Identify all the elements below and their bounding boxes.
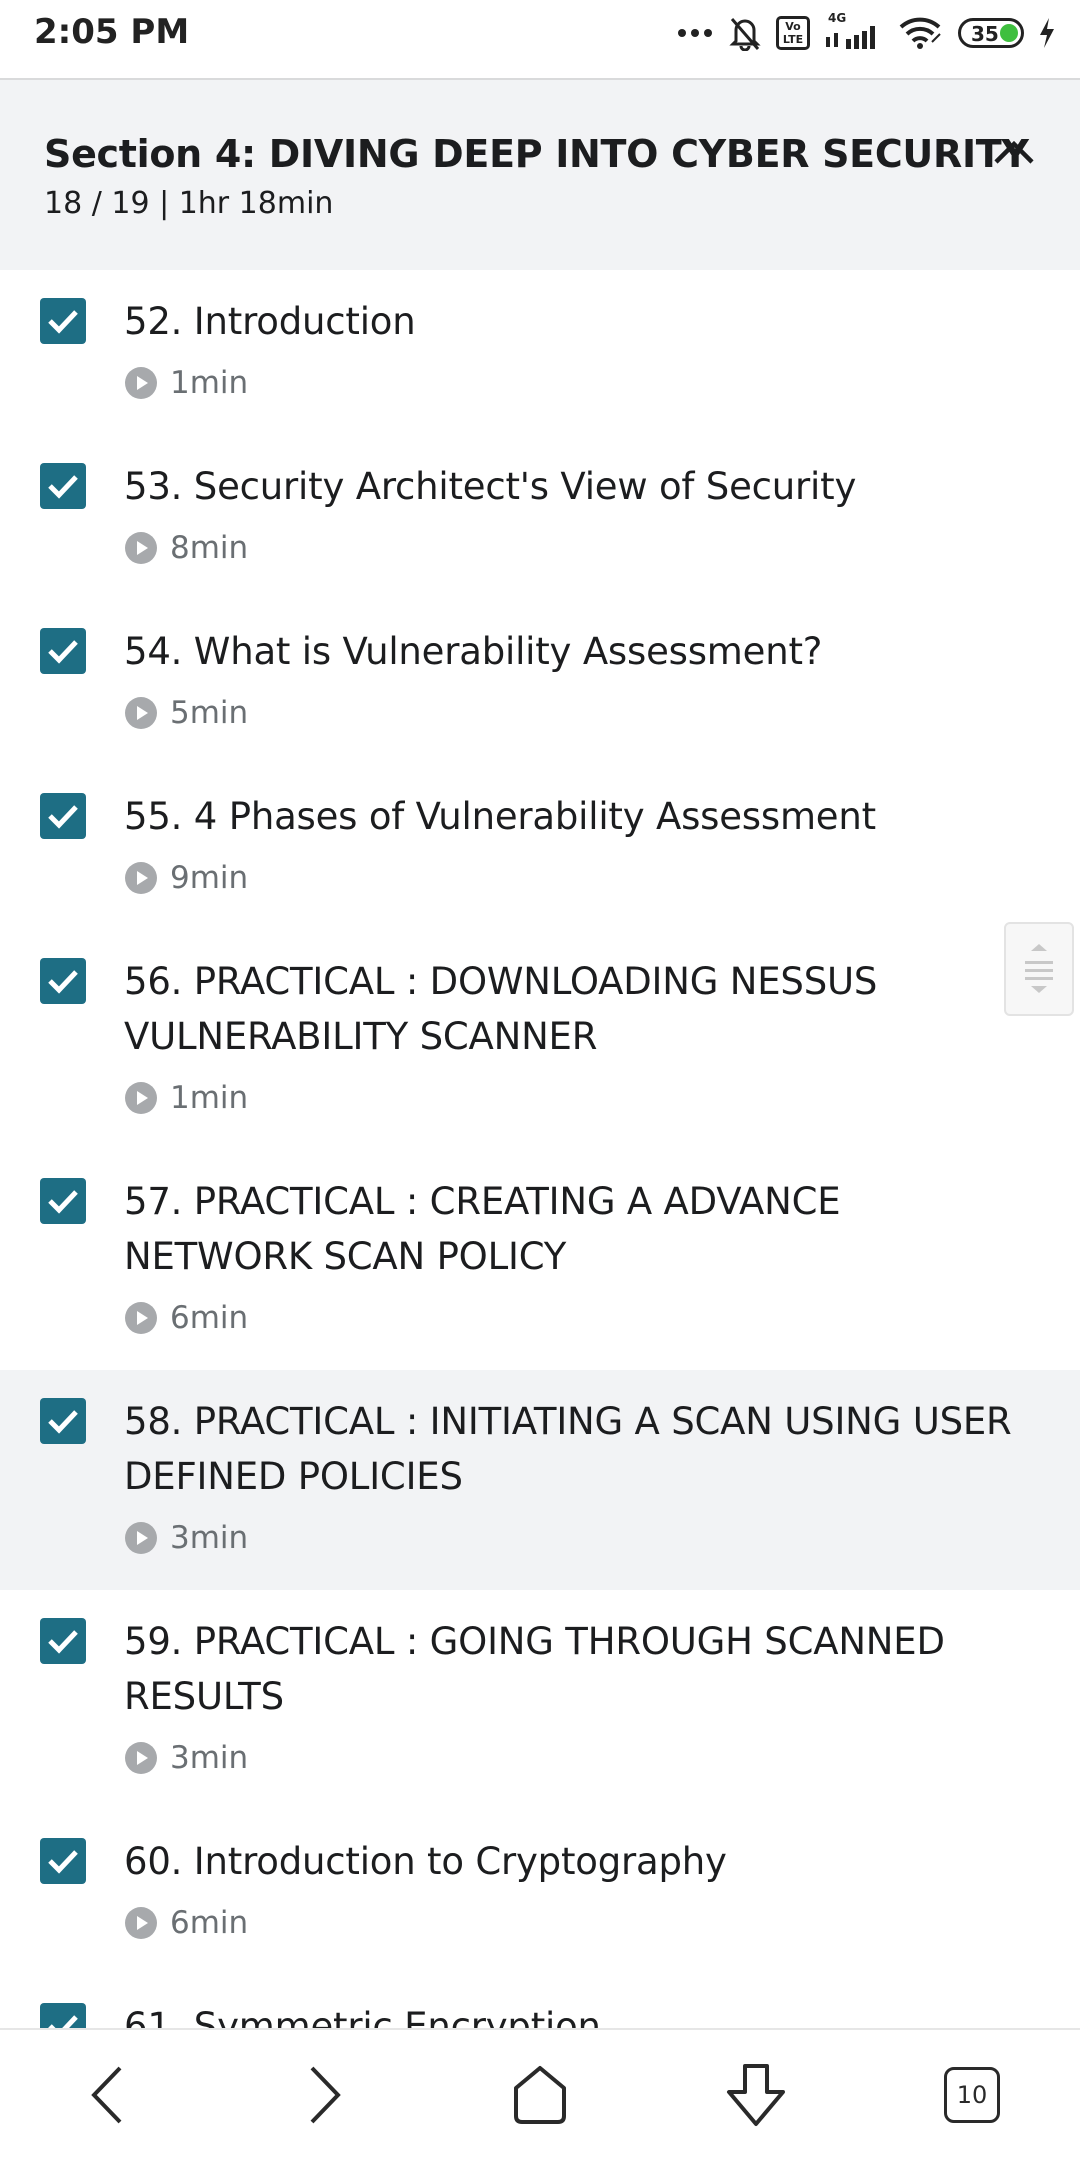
lecture-duration: 3min: [170, 1740, 249, 1776]
play-circle-icon: [125, 1907, 157, 1939]
lecture-item[interactable]: 57. PRACTICAL : CREATING A ADVANCE NETWO…: [0, 1150, 1080, 1370]
lecture-duration: 1min: [170, 365, 249, 401]
play-circle-icon: [125, 532, 157, 564]
lecture-item[interactable]: 56. PRACTICAL : DOWNLOADING NESSUS VULNE…: [0, 930, 1080, 1150]
status-bar: 2:05 PM Vo LTE 4G 35: [0, 0, 1080, 66]
tabs-button[interactable]: 10: [932, 2060, 1012, 2130]
download-button[interactable]: [716, 2060, 796, 2130]
lecture-meta: 1min: [124, 363, 1080, 403]
lecture-meta: 6min: [124, 1903, 1080, 1943]
check-icon: [48, 1410, 78, 1434]
lecture-meta: 3min: [124, 1738, 1080, 1778]
check-icon: [48, 475, 78, 499]
check-icon: [48, 1190, 78, 1214]
lecture-item[interactable]: 55. 4 Phases of Vulnerability Assessment…: [0, 765, 1080, 930]
check-icon: [48, 310, 78, 334]
play-circle-icon: [125, 1082, 157, 1114]
lecture-duration: 6min: [170, 1905, 249, 1941]
check-icon: [48, 970, 78, 994]
completed-checkbox[interactable]: [40, 1178, 86, 1224]
lecture-duration: 9min: [170, 860, 249, 896]
download-icon: [727, 2064, 785, 2126]
forward-button[interactable]: [284, 2060, 364, 2130]
signal-icon: 4G: [824, 11, 884, 51]
play-circle-icon: [125, 1302, 157, 1334]
check-icon: [48, 805, 78, 829]
completed-checkbox[interactable]: [40, 1838, 86, 1884]
collapse-button[interactable]: [986, 124, 1042, 180]
play-circle-icon: [125, 1742, 157, 1774]
lecture-title: 56. PRACTICAL : DOWNLOADING NESSUS VULNE…: [124, 960, 878, 1058]
play-circle-icon: [125, 367, 157, 399]
lecture-meta: 3min: [124, 1518, 1080, 1558]
completed-checkbox[interactable]: [40, 298, 86, 344]
lecture-title: 59. PRACTICAL : GOING THROUGH SCANNED RE…: [124, 1620, 945, 1718]
lecture-title: 57. PRACTICAL : CREATING A ADVANCE NETWO…: [124, 1180, 841, 1278]
home-button[interactable]: [500, 2060, 580, 2130]
chevron-left-icon: [91, 2066, 122, 2124]
section-title: Section 4: DIVING DEEP INTO CYBER SECURI…: [44, 132, 1029, 176]
drag-handle-icon: [1025, 944, 1053, 993]
lecture-item[interactable]: 58. PRACTICAL : INITIATING A SCAN USING …: [0, 1370, 1080, 1590]
lecture-duration: 1min: [170, 1080, 249, 1116]
more-dots-icon: [678, 29, 712, 37]
bell-muted-icon: [729, 18, 761, 51]
completed-checkbox[interactable]: [40, 793, 86, 839]
lecture-duration: 8min: [170, 530, 249, 566]
lecture-item[interactable]: 54. What is Vulnerability Assessment? 5mi…: [0, 600, 1080, 765]
lecture-meta: 9min: [124, 858, 1080, 898]
lecture-title: 60. Introduction to Cryptography: [124, 1840, 727, 1883]
section-header[interactable]: Section 4: DIVING DEEP INTO CYBER SECURI…: [0, 80, 1080, 270]
lecture-title: 53. Security Architect's View of Securit…: [124, 465, 857, 508]
check-icon: [48, 640, 78, 664]
lecture-meta: 6min: [124, 1298, 1080, 1338]
lecture-item[interactable]: 60. Introduction to Cryptography 6min: [0, 1810, 1080, 1975]
status-time: 2:05 PM: [34, 12, 190, 52]
lecture-title: 54. What is Vulnerability Assessment?: [124, 630, 823, 673]
completed-checkbox[interactable]: [40, 1398, 86, 1444]
lecture-item[interactable]: 52. Introduction 1min: [0, 270, 1080, 435]
completed-checkbox[interactable]: [40, 1618, 86, 1664]
check-icon: [48, 1630, 78, 1654]
lecture-meta: 1min: [124, 1078, 1080, 1118]
back-button[interactable]: [68, 2060, 148, 2130]
section-progress: 18 / 19 | 1hr 18min: [44, 186, 334, 221]
lecture-list[interactable]: 52. Introduction 1min 53. Security Archite…: [0, 270, 1080, 2030]
status-icons: Vo LTE 4G 35: [676, 11, 1056, 54]
play-circle-icon: [125, 1522, 157, 1554]
lecture-item[interactable]: 61. Symmetric Encryption: [0, 1975, 1080, 2030]
completed-checkbox[interactable]: [40, 958, 86, 1004]
status-divider: [0, 66, 1080, 80]
browser-bottom-nav: 10: [0, 2028, 1080, 2160]
play-circle-icon: [125, 862, 157, 894]
lecture-title: 55. 4 Phases of Vulnerability Assessment: [124, 795, 876, 838]
lecture-item[interactable]: 59. PRACTICAL : GOING THROUGH SCANNED RE…: [0, 1590, 1080, 1810]
volte-icon: Vo LTE: [776, 16, 810, 50]
chevron-up-icon: [994, 140, 1034, 164]
lecture-item[interactable]: 53. Security Architect's View of Securit…: [0, 435, 1080, 600]
battery-icon: 35: [958, 18, 1024, 48]
lecture-title: 58. PRACTICAL : INITIATING A SCAN USING …: [124, 1400, 1012, 1498]
lecture-title: 61. Symmetric Encryption: [124, 2005, 601, 2030]
chevron-right-icon: [310, 2066, 341, 2124]
lecture-duration: 3min: [170, 1520, 249, 1556]
lecture-meta: 5min: [124, 693, 1080, 733]
lecture-title: 52. Introduction: [124, 300, 416, 343]
completed-checkbox[interactable]: [40, 463, 86, 509]
completed-checkbox[interactable]: [40, 628, 86, 674]
tab-count: 10: [944, 2067, 1000, 2123]
check-icon: [48, 1850, 78, 1874]
play-circle-icon: [125, 697, 157, 729]
lecture-meta: 8min: [124, 528, 1080, 568]
charging-icon: [1040, 18, 1054, 48]
scroll-handle[interactable]: [1004, 922, 1074, 1016]
wifi-icon: [899, 17, 941, 49]
lecture-duration: 6min: [170, 1300, 249, 1336]
lecture-duration: 5min: [170, 695, 249, 731]
home-icon: [514, 2066, 566, 2124]
completed-checkbox[interactable]: [40, 2003, 86, 2030]
